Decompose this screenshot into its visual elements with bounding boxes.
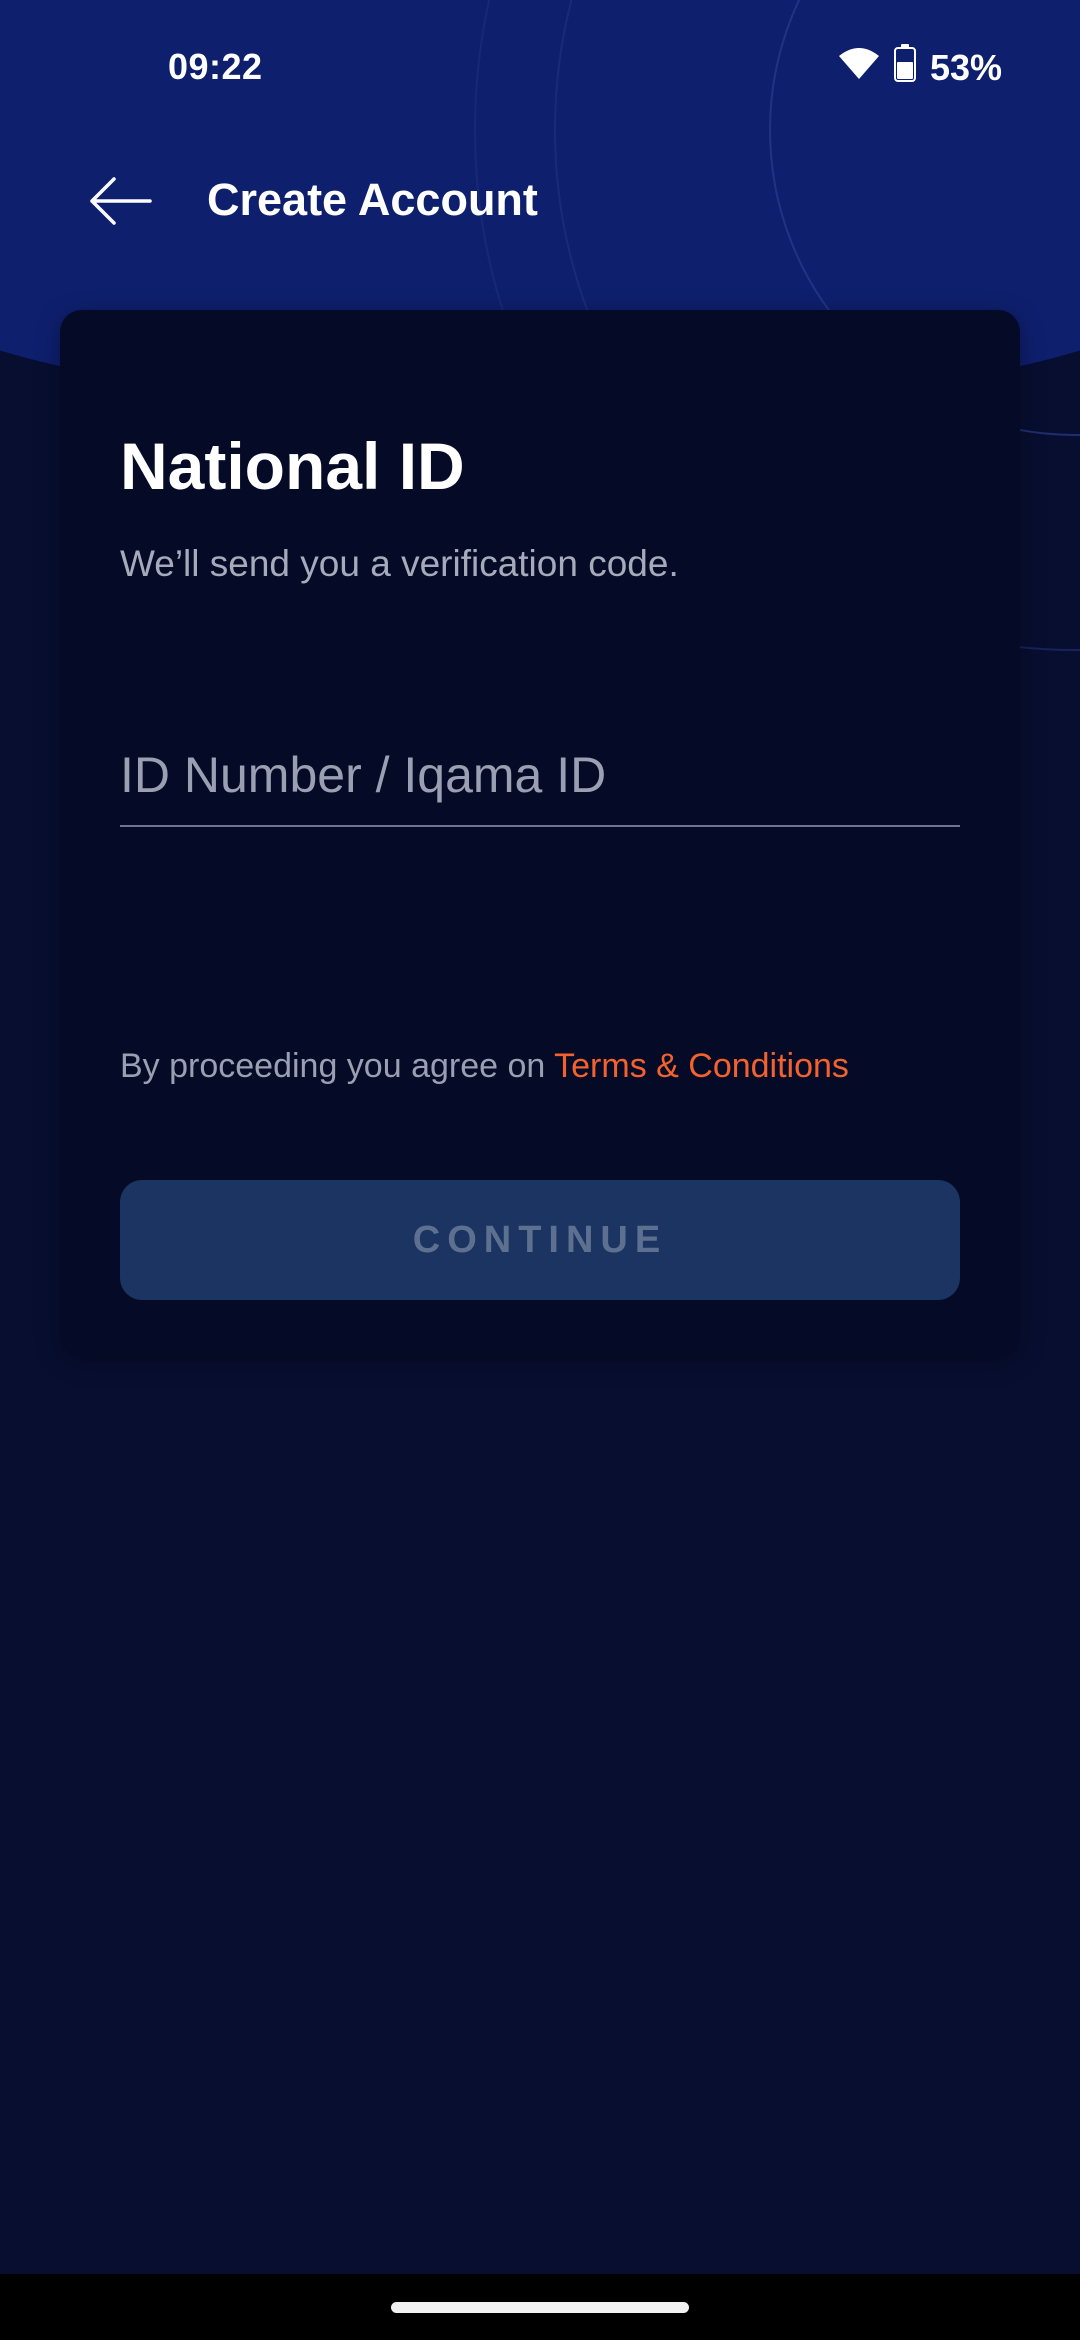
app-bar: Create Account: [0, 150, 1080, 260]
screen: 09:22 53% Create Account National ID We’…: [0, 0, 1080, 2340]
id-number-field: [120, 735, 960, 827]
status-bar: 09:22 53%: [0, 0, 1080, 140]
id-number-input[interactable]: [120, 735, 960, 815]
status-icons: 53%: [838, 44, 1002, 91]
back-button[interactable]: [72, 170, 168, 236]
page-title: Create Account: [207, 174, 538, 225]
arrow-left-icon: [88, 176, 152, 230]
home-indicator[interactable]: [391, 2302, 689, 2313]
card-title: National ID: [120, 429, 465, 503]
terms-text: By proceeding you agree on Terms & Condi…: [120, 1047, 849, 1086]
status-time: 09:22: [168, 46, 263, 87]
national-id-card: National ID We’ll send you a verificatio…: [60, 310, 1020, 1355]
wifi-icon: [838, 46, 880, 89]
card-subtitle: We’ll send you a verification code.: [120, 543, 679, 584]
battery-percent: 53%: [929, 46, 1002, 88]
battery-icon: [893, 44, 916, 91]
system-navigation-bar: [0, 2274, 1080, 2340]
continue-button[interactable]: CONTINUE: [120, 1180, 960, 1300]
terms-link[interactable]: Terms & Conditions: [554, 1047, 849, 1085]
terms-prefix: By proceeding you agree on: [120, 1047, 555, 1085]
